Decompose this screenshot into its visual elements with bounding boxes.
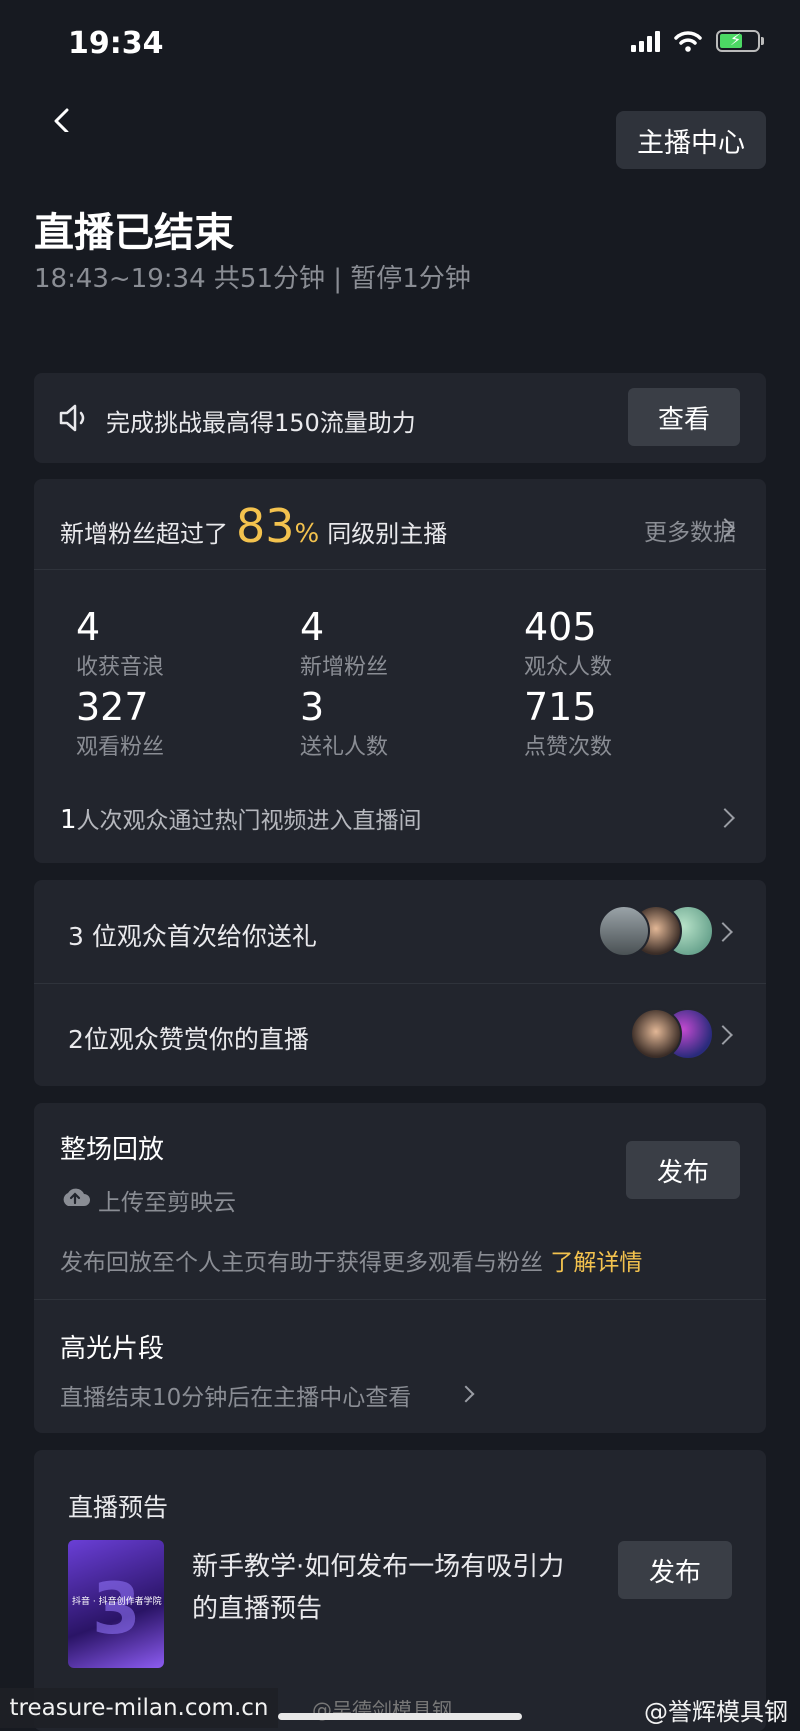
signal-icon bbox=[631, 30, 660, 52]
fan-growth-prefix: 新增粉丝超过了 bbox=[60, 520, 228, 548]
live-preview-title: 直播预告 bbox=[68, 1493, 169, 1522]
praise-text: 2位观众赞赏你的直播 bbox=[68, 1025, 309, 1054]
highlights-title: 高光片段 bbox=[60, 1334, 165, 1364]
first-gift-row[interactable]: 3 位观众首次给你送礼 bbox=[34, 880, 766, 983]
metric-sound-waves: 4 收获音浪 bbox=[76, 605, 165, 680]
metric-likes: 715 点赞次数 bbox=[524, 685, 613, 760]
divider bbox=[34, 569, 766, 570]
home-indicator[interactable] bbox=[278, 1713, 522, 1720]
view-challenge-button[interactable]: 查看 bbox=[628, 388, 740, 446]
publish-preview-button[interactable]: 发布 bbox=[618, 1541, 732, 1599]
back-icon[interactable] bbox=[50, 108, 74, 132]
fan-growth-summary: 新增粉丝超过了 83% 同级别主播 bbox=[60, 499, 447, 553]
metric-new-fans: 4 新增粉丝 bbox=[300, 605, 389, 680]
divider bbox=[34, 1299, 766, 1300]
chevron-right-icon[interactable] bbox=[457, 1385, 475, 1403]
upload-to-cloud[interactable]: 上传至剪映云 bbox=[98, 1183, 236, 1217]
metric-viewers: 405 观众人数 bbox=[524, 605, 613, 680]
speaker-icon bbox=[59, 404, 85, 432]
publish-replay-button[interactable]: 发布 bbox=[626, 1141, 740, 1199]
hot-video-entry[interactable]: 1人次观众通过热门视频进入直播间 bbox=[60, 801, 422, 835]
challenge-banner: 完成挑战最高得150流量助力 查看 bbox=[34, 373, 766, 463]
live-duration: 18:43~19:34 共51分钟 | 暂停1分钟 bbox=[34, 264, 471, 294]
first-gift-text: 3 位观众首次给你送礼 bbox=[68, 922, 317, 951]
chevron-right-icon[interactable] bbox=[713, 922, 733, 942]
weibo-watermark-2: @誉辉模具钢 bbox=[644, 1698, 788, 1726]
praise-row[interactable]: 2位观众赞赏你的直播 bbox=[34, 983, 766, 1086]
metric-fan-viewers: 327 观看粉丝 bbox=[76, 685, 165, 760]
challenge-text: 完成挑战最高得150流量助力 bbox=[106, 409, 416, 437]
fan-growth-suffix: 同级别主播 bbox=[327, 520, 448, 548]
chevron-right-icon[interactable] bbox=[713, 1025, 733, 1045]
tutorial-thumbnail[interactable]: 3 抖音 · 抖音创作者学院 bbox=[68, 1540, 164, 1668]
replay-title: 整场回放 bbox=[60, 1135, 165, 1165]
replay-card: 整场回放 上传至剪映云 发布 发布回放至个人主页有助于获得更多观看与粉丝 了解详… bbox=[34, 1103, 766, 1433]
stats-card: 新增粉丝超过了 83% 同级别主播 更多数据 4 收获音浪 4 新增粉丝 405 观众… bbox=[34, 479, 766, 863]
avatar bbox=[630, 1008, 682, 1060]
battery-icon: ⚡ bbox=[716, 30, 764, 52]
status-time: 19:34 bbox=[68, 26, 164, 61]
cloud-upload-icon bbox=[63, 1188, 90, 1206]
audience-gifts-card: 3 位观众首次给你送礼 2位观众赞赏你的直播 bbox=[34, 880, 766, 1086]
wifi-icon bbox=[674, 31, 702, 52]
replay-description: 发布回放至个人主页有助于获得更多观看与粉丝 了解详情 bbox=[60, 1250, 643, 1276]
anchor-center-button[interactable]: 主播中心 bbox=[616, 111, 766, 169]
page-title: 直播已结束 bbox=[34, 210, 234, 256]
status-icons: ⚡ bbox=[631, 30, 764, 52]
avatar bbox=[598, 905, 650, 957]
highlights-description[interactable]: 直播结束10分钟后在主播中心查看 bbox=[60, 1378, 411, 1412]
site-watermark: treasure-milan.com.cn bbox=[0, 1688, 278, 1728]
metric-gifters: 3 送礼人数 bbox=[300, 685, 389, 760]
chevron-right-icon[interactable] bbox=[715, 808, 735, 828]
tutorial-title[interactable]: 新手教学·如何发布一场有吸引力的直播预告 bbox=[192, 1546, 582, 1630]
learn-more-link[interactable]: 了解详情 bbox=[550, 1250, 642, 1276]
fan-growth-percent: 83% bbox=[236, 499, 320, 553]
